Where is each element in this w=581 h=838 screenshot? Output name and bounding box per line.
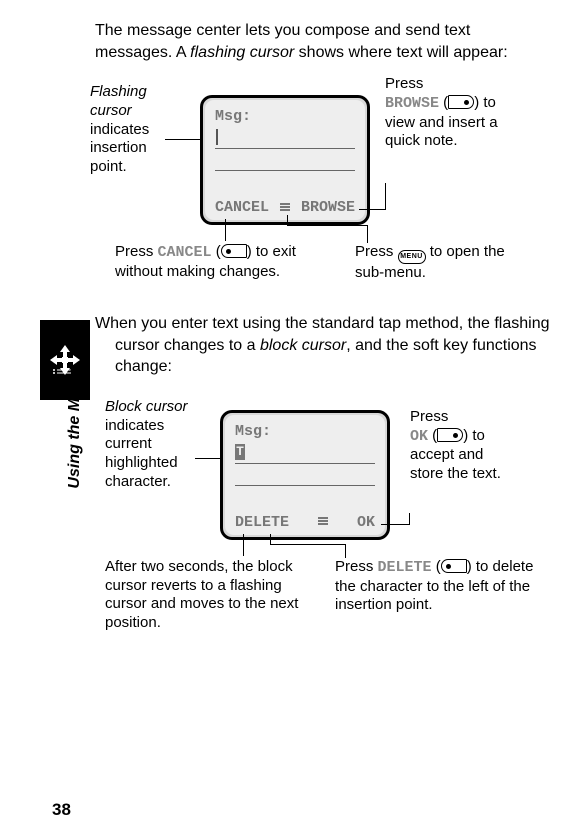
leader-line bbox=[367, 225, 368, 243]
menu-icon bbox=[318, 517, 328, 527]
leader-line bbox=[243, 534, 244, 556]
phone-screen-1: Msg: CANCEL BROWSE bbox=[200, 95, 370, 225]
left-softkey-icon bbox=[441, 559, 467, 573]
menu-button-icon: MENU bbox=[398, 250, 426, 264]
leader-line bbox=[287, 215, 288, 225]
page-number: 38 bbox=[52, 800, 71, 820]
menu-icon bbox=[280, 203, 290, 213]
section-label: Using the Menu bbox=[66, 364, 84, 494]
leader-line bbox=[270, 534, 271, 544]
callout-browse: Press BROWSE () to view and insert a qui… bbox=[385, 75, 515, 151]
callout-menu: Press MENU to open the sub-menu. bbox=[355, 243, 535, 283]
right-softkey-icon bbox=[448, 95, 474, 109]
leader-line bbox=[359, 209, 385, 210]
callout-cancel: Press CANCEL () to exit without making c… bbox=[115, 243, 345, 282]
softkey-delete: DELETE bbox=[235, 514, 289, 531]
figure-1: Flashing cursor indicates insertion poin… bbox=[95, 83, 551, 283]
leader-line bbox=[270, 544, 345, 545]
leader-line bbox=[345, 544, 346, 558]
flashing-cursor-icon bbox=[216, 129, 218, 145]
softkey-browse: BROWSE bbox=[301, 199, 355, 216]
callout-ok: Press OK () to accept and store the text… bbox=[410, 408, 520, 484]
text-input-line: T bbox=[235, 442, 375, 464]
callout-delete: Press DELETE () to delete the character … bbox=[335, 558, 535, 615]
msg-label: Msg: bbox=[215, 108, 355, 125]
leader-line bbox=[385, 183, 386, 210]
block-cursor-icon: T bbox=[235, 444, 245, 460]
msg-label: Msg: bbox=[235, 423, 375, 440]
leader-line bbox=[409, 513, 410, 525]
text-input-line bbox=[215, 127, 355, 149]
callout-block-cursor: Block cursor indicates current highlight… bbox=[105, 398, 205, 492]
leader-line bbox=[381, 524, 409, 525]
softkey-ok: OK bbox=[357, 514, 375, 531]
callout-revert: After two seconds, the block cursor reve… bbox=[105, 558, 315, 633]
left-softkey-icon bbox=[221, 244, 247, 258]
phone-screen-2: Msg: T DELETE OK bbox=[220, 410, 390, 540]
callout-flashing-cursor: Flashing cursor indicates insertion poin… bbox=[90, 83, 175, 177]
intro-paragraph-1: The message center lets you compose and … bbox=[95, 20, 551, 63]
side-tab: Using the Menu bbox=[40, 320, 90, 560]
leader-line bbox=[225, 219, 226, 241]
figure-2: Block cursor indicates current highlight… bbox=[95, 398, 551, 668]
leader-line bbox=[287, 225, 367, 226]
softkey-cancel: CANCEL bbox=[215, 199, 269, 216]
intro-paragraph-2: When you enter text using the standard t… bbox=[95, 313, 551, 378]
right-softkey-icon bbox=[437, 428, 463, 442]
